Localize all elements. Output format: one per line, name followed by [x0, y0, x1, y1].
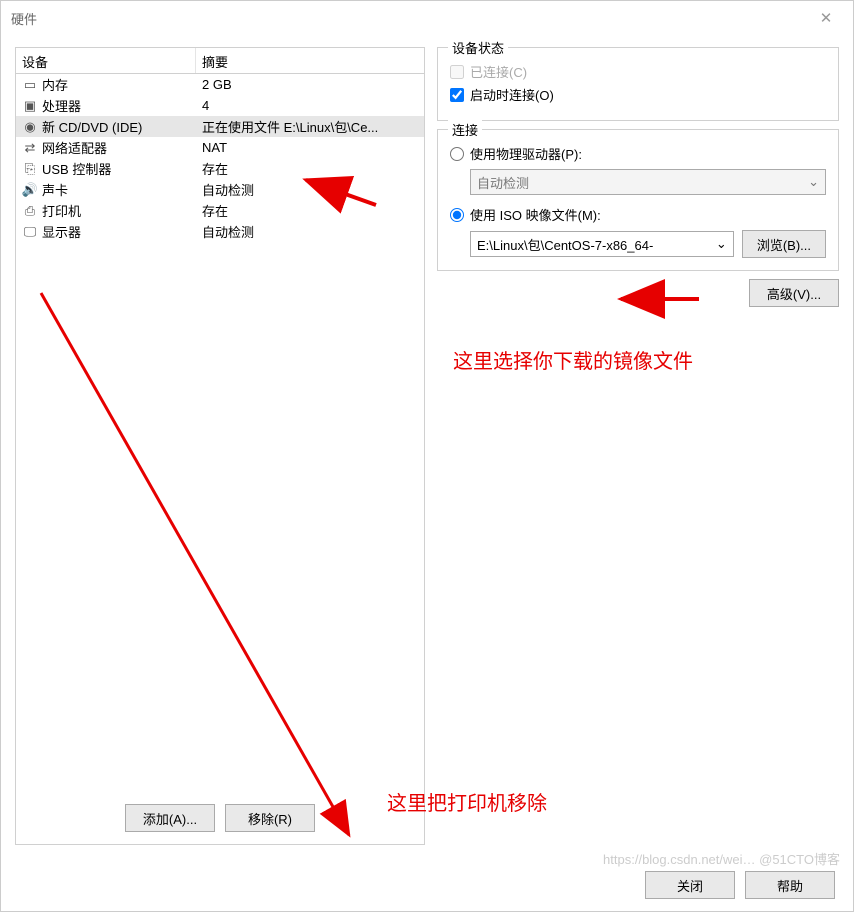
chevron-down-icon: ⌄ [808, 174, 819, 190]
device-table-header: 设备 摘要 [16, 48, 424, 74]
device-status-legend: 设备状态 [448, 38, 508, 57]
device-name: 新 CD/DVD (IDE) [42, 117, 142, 136]
device-name: 网络适配器 [42, 138, 107, 157]
device-status-group: 设备状态 已连接(C) 启动时连接(O) [437, 47, 839, 121]
window-title: 硬件 [11, 9, 809, 28]
physical-drive-value: 自动检测 [477, 173, 529, 192]
table-row[interactable]: ⇄网络适配器 NAT [16, 137, 424, 158]
remove-button[interactable]: 移除(R) [225, 804, 315, 832]
table-row[interactable]: ▭内存 2 GB [16, 74, 424, 95]
col-header-summary[interactable]: 摘要 [196, 48, 424, 73]
device-summary: NAT [196, 140, 424, 155]
device-name: 内存 [42, 75, 68, 94]
device-name: 打印机 [42, 201, 81, 220]
connected-checkbox-row: 已连接(C) [450, 62, 826, 81]
device-summary: 正在使用文件 E:\Linux\包\Ce... [196, 117, 424, 136]
iso-file-radio[interactable] [450, 208, 464, 222]
connection-group: 连接 使用物理驱动器(P): 自动检测 ⌄ 使用 ISO 映像文件(M): [437, 129, 839, 271]
device-summary: 自动检测 [196, 222, 424, 241]
device-summary: 4 [196, 98, 424, 113]
sound-icon: 🔊 [22, 182, 38, 198]
physical-drive-select: 自动检测 ⌄ [470, 169, 826, 195]
device-summary: 存在 [196, 159, 424, 178]
table-row[interactable]: 🖵显示器 自动检测 [16, 221, 424, 242]
device-list-panel: 设备 摘要 ▭内存 2 GB ▣处理器 4 ◉新 CD/DVD (IDE) 正在使用文件 … [15, 47, 425, 845]
device-name: 声卡 [42, 180, 68, 199]
table-row[interactable]: ◉新 CD/DVD (IDE) 正在使用文件 E:\Linux\包\Ce... [16, 116, 424, 137]
right-panel: 设备状态 已连接(C) 启动时连接(O) 连接 使用物理驱动器(P): [437, 47, 839, 845]
device-summary: 自动检测 [196, 180, 424, 199]
close-icon[interactable]: ✕ [809, 9, 843, 27]
connected-label: 已连接(C) [470, 62, 527, 81]
iso-file-label: 使用 ISO 映像文件(M): [470, 205, 601, 224]
physical-drive-label: 使用物理驱动器(P): [470, 144, 582, 163]
watermark: https://blog.csdn.net/wei… @51CTO博客 [603, 849, 840, 868]
memory-icon: ▭ [22, 77, 38, 93]
table-row[interactable]: ⎘USB 控制器 存在 [16, 158, 424, 179]
physical-drive-radio-row[interactable]: 使用物理驱动器(P): [450, 144, 826, 163]
advanced-button[interactable]: 高级(V)... [749, 279, 839, 307]
help-button[interactable]: 帮助 [745, 871, 835, 899]
device-name: USB 控制器 [42, 159, 111, 178]
device-summary: 2 GB [196, 77, 424, 92]
connect-on-power-checkbox[interactable] [450, 88, 464, 102]
table-row[interactable]: ⎙打印机 存在 [16, 200, 424, 221]
browse-button[interactable]: 浏览(B)... [742, 230, 826, 258]
usb-icon: ⎘ [22, 161, 38, 177]
cpu-icon: ▣ [22, 98, 38, 114]
table-row[interactable]: ▣处理器 4 [16, 95, 424, 116]
display-icon: 🖵 [22, 224, 38, 240]
table-row[interactable]: 🔊声卡 自动检测 [16, 179, 424, 200]
col-header-device[interactable]: 设备 [16, 48, 196, 73]
device-table-rows: ▭内存 2 GB ▣处理器 4 ◉新 CD/DVD (IDE) 正在使用文件 E:\Lin… [16, 74, 424, 794]
printer-icon: ⎙ [22, 203, 38, 219]
iso-file-value: E:\Linux\包\CentOS-7-x86_64- [477, 235, 653, 254]
device-name: 处理器 [42, 96, 81, 115]
connection-legend: 连接 [448, 120, 482, 139]
connect-on-power-row[interactable]: 启动时连接(O) [450, 85, 826, 104]
titlebar: 硬件 ✕ [1, 1, 853, 35]
cd-icon: ◉ [22, 119, 38, 135]
close-button[interactable]: 关闭 [645, 871, 735, 899]
device-summary: 存在 [196, 201, 424, 220]
physical-drive-radio[interactable] [450, 147, 464, 161]
hardware-dialog: 硬件 ✕ 设备 摘要 ▭内存 2 GB ▣处理器 4 ◉新 CD/DVD (IDE) 正在… [0, 0, 854, 912]
network-icon: ⇄ [22, 140, 38, 156]
chevron-down-icon: ⌄ [716, 236, 727, 252]
iso-file-select[interactable]: E:\Linux\包\CentOS-7-x86_64- ⌄ [470, 231, 734, 257]
device-name: 显示器 [42, 222, 81, 241]
add-button[interactable]: 添加(A)... [125, 804, 215, 832]
iso-file-radio-row[interactable]: 使用 ISO 映像文件(M): [450, 205, 826, 224]
connected-checkbox [450, 65, 464, 79]
connect-on-power-label: 启动时连接(O) [470, 85, 554, 104]
